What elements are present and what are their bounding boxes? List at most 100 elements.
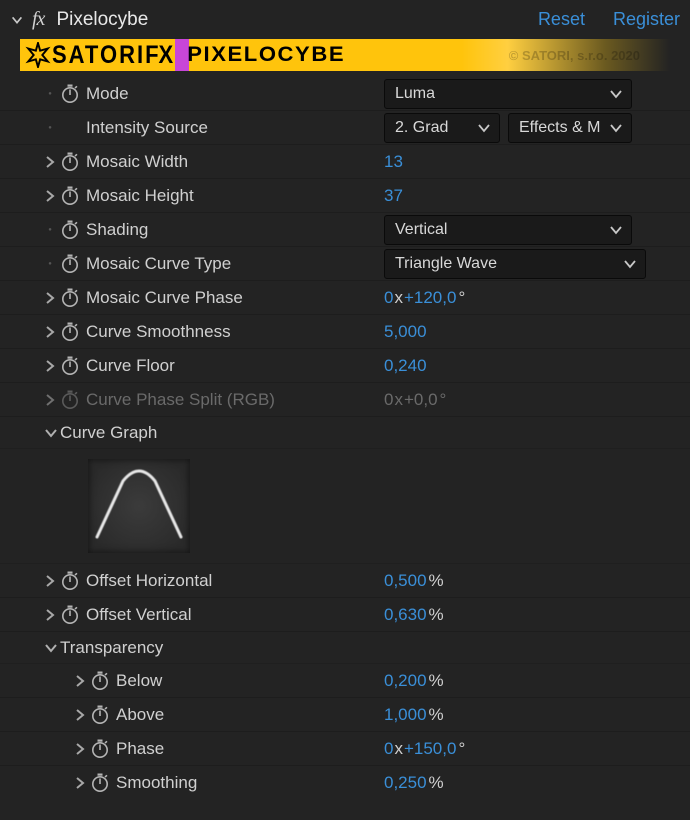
group-transparency[interactable]: Transparency <box>0 632 690 664</box>
prop-mosaic-curve-phase: Mosaic Curve Phase 0 x +120,0 ° <box>0 281 690 315</box>
star-icon <box>24 41 52 69</box>
value-input[interactable]: 0,200 <box>384 671 427 691</box>
twirl-icon[interactable] <box>42 607 58 623</box>
mode-select[interactable]: Luma <box>384 79 632 109</box>
twirl-icon[interactable] <box>72 741 88 757</box>
effect-header: fx Pixelocybe Reset Register <box>0 4 690 39</box>
prop-curve-smoothness: Curve Smoothness 5,000 <box>0 315 690 349</box>
prop-curve-floor: Curve Floor 0,240 <box>0 349 690 383</box>
prop-label: Mosaic Height <box>82 186 194 206</box>
prop-label: Mode <box>82 84 129 104</box>
twirl-icon[interactable] <box>42 154 58 170</box>
value-sep: x <box>394 739 403 759</box>
unit-degree: ° <box>440 390 447 410</box>
prop-mode: ● Mode Luma <box>0 77 690 111</box>
prop-label: Mosaic Width <box>82 152 188 172</box>
prop-mosaic-height: Mosaic Height 37 <box>0 179 690 213</box>
reset-link[interactable]: Reset <box>538 9 585 30</box>
stopwatch-icon[interactable] <box>58 219 82 241</box>
dot-icon: ● <box>42 227 58 233</box>
prop-offset-vertical: Offset Vertical 0,630 % <box>0 598 690 632</box>
stopwatch-icon[interactable] <box>88 738 112 760</box>
twirl-icon[interactable] <box>72 673 88 689</box>
unit-degree: ° <box>458 739 465 759</box>
stopwatch-icon[interactable] <box>58 355 82 377</box>
stopwatch-icon[interactable] <box>58 151 82 173</box>
curve-type-select[interactable]: Triangle Wave <box>384 249 646 279</box>
register-link[interactable]: Register <box>613 9 680 30</box>
twirl-icon[interactable] <box>42 573 58 589</box>
value-input[interactable]: 37 <box>384 186 403 206</box>
stopwatch-icon[interactable] <box>88 670 112 692</box>
unit-percent: % <box>429 705 444 725</box>
group-curve-graph[interactable]: Curve Graph <box>0 417 690 449</box>
dot-icon: ● <box>42 261 58 267</box>
unit-degree: ° <box>458 288 465 308</box>
prop-label: Curve Phase Split (RGB) <box>82 390 275 410</box>
twirl-down-icon[interactable] <box>42 425 58 441</box>
value-sep: x <box>394 390 403 410</box>
unit-percent: % <box>429 571 444 591</box>
stopwatch-icon[interactable] <box>58 287 82 309</box>
banner-product: PIXELOCYBE <box>187 43 345 67</box>
prop-below: Below 0,200 % <box>0 664 690 698</box>
effect-title[interactable]: Pixelocybe <box>56 9 510 31</box>
value-input[interactable]: 5,000 <box>384 322 427 342</box>
prop-above: Above 1,000 % <box>0 698 690 732</box>
stopwatch-icon[interactable] <box>58 185 82 207</box>
value-input[interactable]: 1,000 <box>384 705 427 725</box>
twirl-icon[interactable] <box>42 324 58 340</box>
stopwatch-icon[interactable] <box>88 772 112 794</box>
stopwatch-icon[interactable] <box>58 321 82 343</box>
value-rev[interactable]: 0 <box>384 288 393 308</box>
value-input[interactable]: 0,250 <box>384 773 427 793</box>
stopwatch-icon[interactable] <box>58 604 82 626</box>
value-deg: +0,0 <box>404 390 438 410</box>
twirl-icon[interactable] <box>42 188 58 204</box>
unit-percent: % <box>429 605 444 625</box>
banner-copyright: © SATORI, s.r.o. 2020 <box>509 48 640 63</box>
twirl-icon[interactable] <box>42 392 58 408</box>
twirl-down-icon[interactable] <box>42 640 58 656</box>
stopwatch-icon[interactable] <box>58 253 82 275</box>
prop-label: Curve Floor <box>82 356 175 376</box>
twirl-icon[interactable] <box>72 775 88 791</box>
effect-collapse-toggle[interactable] <box>10 12 24 28</box>
value-input[interactable]: 0,240 <box>384 356 427 376</box>
group-label: Curve Graph <box>58 423 157 443</box>
prop-label: Below <box>112 671 162 691</box>
prop-label: Above <box>112 705 164 725</box>
twirl-icon[interactable] <box>72 707 88 723</box>
prop-offset-horizontal: Offset Horizontal 0,500 % <box>0 564 690 598</box>
plugin-banner: SATORIFX PIXELOCYBE © SATORI, s.r.o. 202… <box>20 39 670 71</box>
fx-icon: fx <box>32 8 48 31</box>
stopwatch-icon[interactable] <box>58 83 82 105</box>
curve-graph-container <box>0 449 690 564</box>
value-rev[interactable]: 0 <box>384 739 393 759</box>
stopwatch-icon <box>58 389 82 411</box>
prop-label: Mosaic Curve Phase <box>82 288 243 308</box>
group-label: Transparency <box>58 638 163 658</box>
intensity-scope-select[interactable]: Effects & M <box>508 113 632 143</box>
prop-label: Intensity Source <box>82 118 208 138</box>
value-deg[interactable]: +120,0 <box>404 288 456 308</box>
prop-label: Smoothing <box>112 773 197 793</box>
value-input[interactable]: 13 <box>384 152 403 172</box>
value-input[interactable]: 0,500 <box>384 571 427 591</box>
value-deg[interactable]: +150,0 <box>404 739 456 759</box>
prop-mosaic-width: Mosaic Width 13 <box>0 145 690 179</box>
twirl-icon[interactable] <box>42 358 58 374</box>
prop-curve-phase-split: Curve Phase Split (RGB) 0 x +0,0 ° <box>0 383 690 417</box>
shading-select[interactable]: Vertical <box>384 215 632 245</box>
stopwatch-icon[interactable] <box>88 704 112 726</box>
prop-mosaic-curve-type: ● Mosaic Curve Type Triangle Wave <box>0 247 690 281</box>
dot-icon: ● <box>42 91 58 97</box>
value-input[interactable]: 0,630 <box>384 605 427 625</box>
prop-phase: Phase 0 x +150,0 ° <box>0 732 690 766</box>
value-rev: 0 <box>384 390 393 410</box>
unit-percent: % <box>429 773 444 793</box>
twirl-icon[interactable] <box>42 290 58 306</box>
prop-smoothing: Smoothing 0,250 % <box>0 766 690 800</box>
stopwatch-icon[interactable] <box>58 570 82 592</box>
intensity-layer-select[interactable]: 2. Grad <box>384 113 500 143</box>
